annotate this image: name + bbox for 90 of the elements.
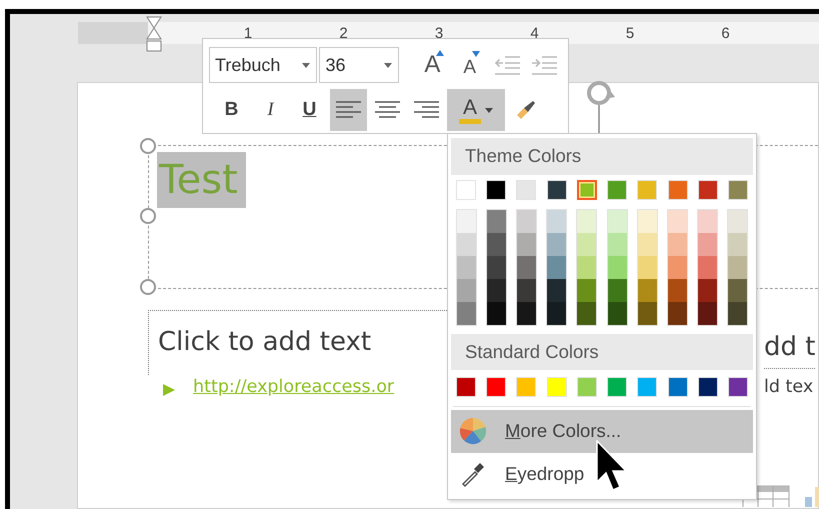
caret-icon xyxy=(302,62,310,68)
color-swatch[interactable] xyxy=(457,256,476,279)
ruler-number: 3 xyxy=(434,25,444,42)
menu-item[interactable]: More Colors... xyxy=(451,410,753,453)
color-swatch[interactable] xyxy=(638,232,657,256)
color-swatch[interactable] xyxy=(728,278,747,302)
color-swatch[interactable] xyxy=(668,302,687,325)
resize-handle[interactable] xyxy=(140,208,156,224)
color-swatch[interactable] xyxy=(728,210,747,233)
resize-handle[interactable] xyxy=(140,279,156,295)
color-swatch[interactable] xyxy=(638,278,657,302)
color-swatch[interactable] xyxy=(457,278,476,302)
color-swatch[interactable] xyxy=(668,232,687,256)
placeholder-text: dd t xyxy=(764,332,816,369)
ruler-number: 4 xyxy=(530,25,539,42)
color-swatch[interactable] xyxy=(576,180,597,200)
font-name-field[interactable]: Trebuch xyxy=(209,47,318,83)
color-swatch[interactable] xyxy=(608,278,627,302)
color-swatch[interactable] xyxy=(517,210,536,233)
brush-icon xyxy=(514,99,536,121)
color-swatch[interactable] xyxy=(487,210,506,233)
color-swatch[interactable] xyxy=(728,302,747,325)
color-swatch[interactable] xyxy=(638,302,657,325)
color-swatch[interactable] xyxy=(698,210,717,233)
ruler-number: 5 xyxy=(626,25,634,42)
menu-item[interactable]: Eyedropp xyxy=(451,452,753,496)
color-swatch[interactable] xyxy=(457,210,476,233)
indent-icon xyxy=(530,54,558,76)
font-color-button[interactable]: A xyxy=(447,89,505,131)
color-swatch[interactable] xyxy=(547,210,566,233)
color-swatch[interactable] xyxy=(487,256,506,279)
color-wheel-icon xyxy=(459,417,487,446)
bold-button[interactable]: B xyxy=(213,89,250,131)
color-swatch[interactable] xyxy=(608,302,627,325)
placeholder-text: Click to add text xyxy=(158,327,372,357)
italic-button[interactable]: I xyxy=(252,89,289,131)
title-text: Test xyxy=(157,152,246,208)
down-triangle-icon xyxy=(472,51,480,57)
color-swatch[interactable] xyxy=(638,210,657,233)
ruler-number: 6 xyxy=(721,25,730,42)
color-swatch[interactable] xyxy=(608,256,627,279)
color-swatch[interactable] xyxy=(698,256,717,279)
color-swatch[interactable] xyxy=(517,232,536,256)
color-swatch[interactable] xyxy=(668,256,687,279)
color-swatch[interactable] xyxy=(577,210,596,233)
color-swatch[interactable] xyxy=(547,232,566,256)
color-swatch[interactable] xyxy=(577,232,596,256)
color-swatch[interactable] xyxy=(547,256,566,279)
color-swatch[interactable] xyxy=(487,302,506,325)
resize-handle[interactable] xyxy=(140,138,156,154)
color-swatch[interactable] xyxy=(608,210,627,233)
color-swatch[interactable] xyxy=(698,232,717,256)
color-swatch[interactable] xyxy=(698,278,717,302)
align-left-button[interactable] xyxy=(330,89,367,131)
color-swatch[interactable] xyxy=(517,256,536,279)
grow-font-button[interactable]: A xyxy=(414,44,450,86)
color-swatch[interactable] xyxy=(547,278,566,302)
section-header: Theme Colors xyxy=(451,138,753,175)
color-swatch[interactable] xyxy=(487,232,506,256)
color-swatch[interactable] xyxy=(517,278,536,302)
color-swatch[interactable] xyxy=(487,278,506,302)
section-header: Standard Colors xyxy=(451,334,753,370)
color-swatch[interactable] xyxy=(577,278,596,302)
font-size-field[interactable]: 36 xyxy=(319,47,400,83)
ruler-margin xyxy=(78,22,148,44)
bullet-icon xyxy=(163,384,175,396)
color-swatch[interactable] xyxy=(698,302,717,325)
color-swatch[interactable] xyxy=(668,210,687,233)
shrink-font-button[interactable]: A xyxy=(452,44,488,86)
ruler-number: 1 xyxy=(244,25,252,42)
chart-icon xyxy=(805,487,819,507)
color-swatch[interactable] xyxy=(577,256,596,279)
ruler-number: 2 xyxy=(339,25,348,42)
caret-icon xyxy=(384,62,392,68)
body-text: ld tex xyxy=(764,377,814,397)
color-swatch[interactable] xyxy=(728,256,747,279)
color-swatch[interactable] xyxy=(547,302,566,325)
color-swatch[interactable] xyxy=(517,302,536,325)
color-swatch[interactable] xyxy=(638,256,657,279)
outdent-icon xyxy=(493,54,521,76)
color-swatch[interactable] xyxy=(457,302,476,325)
color-swatch[interactable] xyxy=(577,302,596,325)
color-swatch[interactable] xyxy=(728,232,747,256)
color-swatch[interactable] xyxy=(457,232,476,256)
caret-icon xyxy=(485,108,493,112)
underline-button[interactable]: U xyxy=(291,89,328,131)
color-swatch[interactable] xyxy=(608,232,627,256)
color-bar-icon xyxy=(459,118,481,124)
up-triangle-icon xyxy=(436,50,444,56)
color-swatch[interactable] xyxy=(668,278,687,302)
